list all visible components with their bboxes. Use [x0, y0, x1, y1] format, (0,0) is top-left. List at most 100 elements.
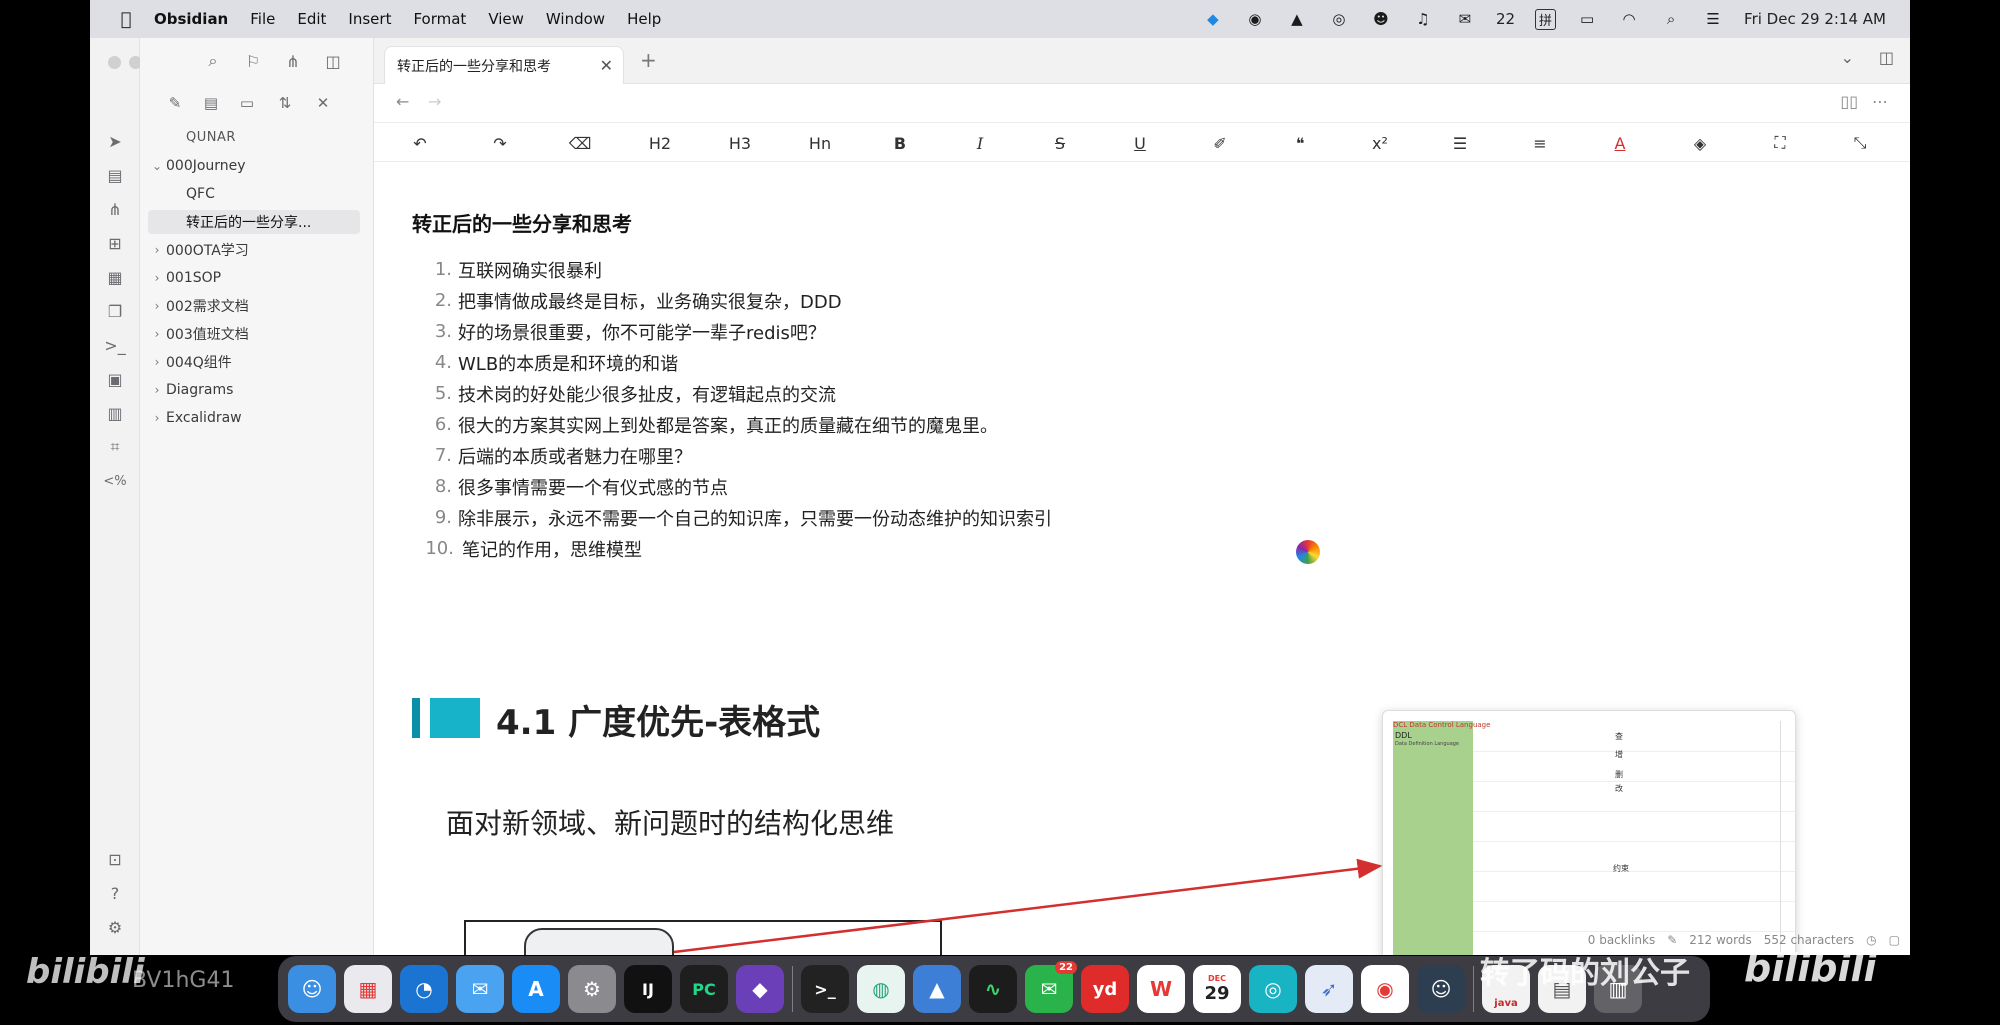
eraser-icon[interactable]: ⌫	[562, 129, 598, 157]
strikethrough-button[interactable]: S	[1042, 129, 1078, 157]
bold-button[interactable]: B	[882, 129, 918, 157]
terminal-icon[interactable]: >_	[101, 332, 129, 358]
input-method[interactable]: 拼	[1535, 8, 1557, 30]
align-icon[interactable]: ≡	[1522, 129, 1558, 157]
folder-000journey[interactable]: ⌄ 000Journey	[148, 154, 360, 178]
folder-003-oncall[interactable]: › 003值班文档	[148, 322, 360, 346]
github-desktop-icon[interactable]: ☺	[1417, 965, 1465, 1013]
system-settings-icon[interactable]: ⚙	[568, 965, 616, 1013]
underline-button[interactable]: U	[1122, 129, 1158, 157]
send-icon[interactable]: ➤	[101, 128, 129, 154]
folder-000ota[interactable]: › 000OTA学习	[148, 238, 360, 262]
search-icon[interactable]: ⌕	[200, 48, 226, 74]
menu-view[interactable]: View	[488, 10, 524, 28]
hierarchy-icon[interactable]: ⋔	[280, 48, 306, 74]
vault-switch-icon[interactable]: ⊡	[101, 846, 129, 872]
folder-004q-components[interactable]: › 004Q组件	[148, 350, 360, 374]
edit-mode-icon[interactable]: ✎	[1667, 933, 1677, 947]
folder-001sop[interactable]: › 001SOP	[148, 266, 360, 290]
finder-icon[interactable]: ☺	[288, 965, 336, 1013]
file-qfc[interactable]: QFC	[148, 182, 360, 206]
chrome-icon[interactable]: ◉	[1361, 965, 1409, 1013]
copy-icon[interactable]: ❐	[101, 298, 129, 324]
table-icon[interactable]: ▥	[101, 400, 129, 426]
folder-excalidraw[interactable]: › Excalidraw	[148, 406, 360, 430]
new-file-button[interactable]: ▤	[198, 90, 224, 116]
embedded-table-image[interactable]: DCL Data Control Language DDL Data Defin…	[1382, 710, 1796, 955]
list-icon[interactable]: ☰	[1442, 129, 1478, 157]
rocket-icon[interactable]: ➶	[1305, 965, 1353, 1013]
new-tab-button[interactable]: +	[640, 48, 657, 72]
tab-list-chevron-icon[interactable]: ⌄	[1841, 48, 1854, 67]
spotlight-search-icon[interactable]: ⌕	[1660, 8, 1682, 30]
image-icon[interactable]: ▣	[101, 366, 129, 392]
obsidian-icon[interactable]: ◆	[736, 965, 784, 1013]
menu-edit[interactable]: Edit	[297, 10, 326, 28]
new-note-icon[interactable]: ▤	[101, 162, 129, 188]
calendar-icon[interactable]: ▦	[101, 264, 129, 290]
edge-browser-icon[interactable]: ◔	[400, 965, 448, 1013]
activity-monitor-icon[interactable]: ∿	[969, 965, 1017, 1013]
heading-3-button[interactable]: H3	[722, 129, 758, 157]
menubar-clock[interactable]: Fri Dec 29 2:14 AM	[1744, 10, 1886, 28]
file-active-note[interactable]: 转正后的一些分享...	[148, 210, 360, 234]
pycharm-icon[interactable]: PC	[680, 965, 728, 1013]
robot-icon[interactable]: ☻	[1370, 8, 1392, 30]
vault-name[interactable]: QUNAR	[186, 130, 236, 145]
canvas-icon[interactable]: ⊞	[101, 230, 129, 256]
settings-gear-icon[interactable]: ⚙	[101, 914, 129, 940]
more-options-icon[interactable]: ⋯	[1872, 92, 1888, 111]
wechat-icon[interactable]: ✉	[1454, 8, 1476, 30]
youdao-icon[interactable]: yd	[1081, 965, 1129, 1013]
menu-file[interactable]: File	[250, 10, 275, 28]
new-folder-button[interactable]: ▭	[234, 90, 260, 116]
preview-icon[interactable]: ▲	[913, 965, 961, 1013]
camera-status-icon[interactable]: ◉	[1244, 8, 1266, 30]
fullscreen-icon[interactable]: ⛶	[1762, 129, 1798, 157]
forward-arrow-icon[interactable]: →	[428, 92, 441, 111]
folder-002-requirements[interactable]: › 002需求文档	[148, 294, 360, 318]
right-sidebar-toggle-icon[interactable]: ◫	[1879, 48, 1894, 67]
paint-bucket-icon[interactable]: ◈	[1682, 129, 1718, 157]
chat-bubble-icon[interactable]: ◎	[1328, 8, 1350, 30]
highlighter-icon[interactable]: ✐	[1202, 129, 1238, 157]
bowler-hat-icon[interactable]: ▲	[1286, 8, 1308, 30]
reading-view-icon[interactable]: ▯▯	[1840, 92, 1858, 111]
graph-view-icon[interactable]: ⋔	[101, 196, 129, 222]
terminal-icon[interactable]: >_	[801, 965, 849, 1013]
sort-button[interactable]: ⇅	[272, 90, 298, 116]
help-icon[interactable]: ?	[101, 880, 129, 906]
superscript-icon[interactable]: x²	[1362, 129, 1398, 157]
network-icon[interactable]: ◍	[857, 965, 905, 1013]
heading-2-button[interactable]: H2	[642, 129, 678, 157]
mail-icon[interactable]: ✉	[456, 965, 504, 1013]
code-percent-icon[interactable]: <%	[101, 468, 129, 494]
folder-diagrams[interactable]: › Diagrams	[148, 378, 360, 402]
backlinks-count[interactable]: 0 backlinks	[1588, 933, 1655, 947]
close-icon[interactable]: ✕	[600, 56, 613, 75]
wps-icon[interactable]: W	[1137, 965, 1185, 1013]
app-store-icon[interactable]: A	[512, 965, 560, 1013]
sync-status-icon[interactable]: ◷	[1866, 933, 1876, 947]
undo-icon[interactable]: ↶	[402, 129, 438, 157]
font-color-icon[interactable]: A	[1602, 129, 1638, 157]
bookmark-icon[interactable]: ⚐	[240, 48, 266, 74]
menu-help[interactable]: Help	[627, 10, 661, 28]
chat-app-icon[interactable]: ◎	[1249, 965, 1297, 1013]
airpods-icon[interactable]: ♫	[1412, 8, 1434, 30]
wechat-icon[interactable]: ✉ 22	[1025, 961, 1077, 1013]
back-arrow-icon[interactable]: ←	[396, 92, 409, 111]
menu-format[interactable]: Format	[413, 10, 466, 28]
tag-icon[interactable]: ⌗	[101, 434, 129, 460]
italic-button[interactable]: I	[962, 129, 998, 157]
editor-content[interactable]: 转正后的一些分享和思考 1. 互联网确实很暴利 2. 把事情做成最终是目标，业务确实…	[374, 162, 1910, 955]
exit-fullscreen-icon[interactable]: ⤡	[1842, 129, 1878, 157]
intellij-icon[interactable]: IJ	[624, 965, 672, 1013]
quote-icon[interactable]: ❝	[1282, 129, 1318, 157]
menu-insert[interactable]: Insert	[348, 10, 391, 28]
apple-menu-icon[interactable]: 	[112, 9, 140, 30]
close-window-button[interactable]	[108, 56, 121, 69]
new-note-button[interactable]: ✎	[162, 90, 188, 116]
heading-n-button[interactable]: Hn	[802, 129, 838, 157]
sidebar-toggle-icon[interactable]: ◫	[320, 48, 346, 74]
